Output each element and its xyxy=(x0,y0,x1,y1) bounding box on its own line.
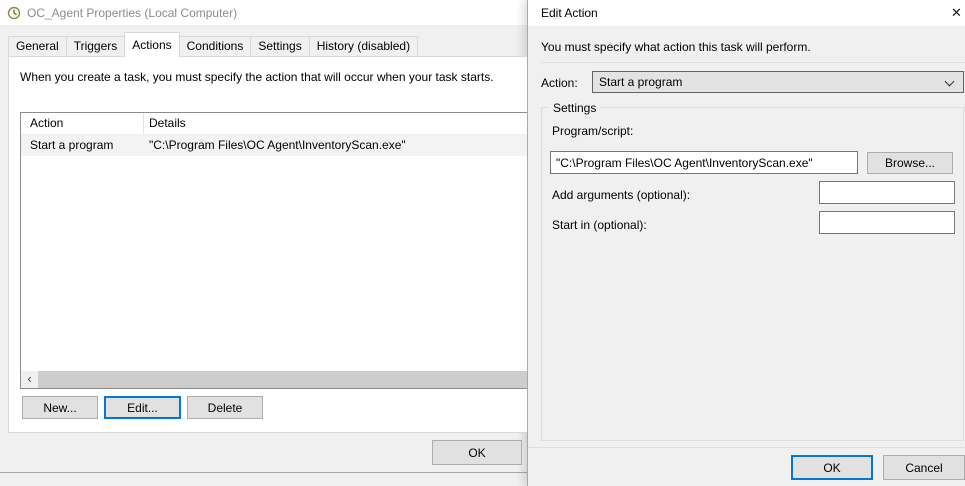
footer-separator xyxy=(528,447,965,448)
edit-action-ok-button[interactable]: OK xyxy=(791,455,873,480)
chevron-down-icon xyxy=(944,76,955,87)
add-arguments-input[interactable] xyxy=(819,181,955,204)
dialog-description: You must specify what action this task w… xyxy=(541,40,811,54)
edit-action-cancel-button[interactable]: Cancel xyxy=(883,455,965,480)
dialog-title: Edit Action xyxy=(541,6,598,20)
program-script-input[interactable] xyxy=(550,151,858,174)
browse-button[interactable]: Browse... xyxy=(867,152,953,174)
task-properties-window: OC_Agent Properties (Local Computer) Gen… xyxy=(0,0,527,473)
task-properties-titlebar: OC_Agent Properties (Local Computer) xyxy=(0,0,527,25)
tab-triggers[interactable]: Triggers xyxy=(65,36,126,57)
tab-conditions[interactable]: Conditions xyxy=(178,36,252,57)
new-button[interactable]: New... xyxy=(22,396,98,419)
scroll-left-icon[interactable]: ‹ xyxy=(21,371,38,388)
tab-actions[interactable]: Actions xyxy=(124,32,180,57)
tab-history[interactable]: History (disabled) xyxy=(308,36,419,57)
task-scheduler-clock-icon xyxy=(7,6,21,20)
window-title: OC_Agent Properties (Local Computer) xyxy=(27,5,238,20)
program-script-label: Program/script: xyxy=(552,124,634,138)
edit-action-dialog: Edit Action ✕ You must specify what acti… xyxy=(527,0,965,486)
horizontal-scrollbar[interactable]: ‹ xyxy=(21,371,527,388)
actions-list-header: Action Details xyxy=(21,113,527,135)
column-header-action[interactable]: Action xyxy=(21,113,144,134)
start-in-input[interactable] xyxy=(819,211,955,234)
edit-action-titlebar: Edit Action ✕ xyxy=(528,0,965,26)
tab-settings[interactable]: Settings xyxy=(250,36,310,57)
action-label: Action: xyxy=(541,76,578,90)
add-arguments-label: Add arguments (optional): xyxy=(552,188,691,202)
actions-instruction-text: When you create a task, you must specify… xyxy=(20,70,494,84)
properties-ok-button[interactable]: OK xyxy=(432,440,522,465)
delete-button[interactable]: Delete xyxy=(187,396,263,419)
tab-general[interactable]: General xyxy=(8,36,67,57)
action-cell: Start a program xyxy=(30,138,114,152)
action-list-row[interactable]: Start a program "C:\Program Files\OC Age… xyxy=(21,135,527,156)
action-dropdown[interactable]: Start a program xyxy=(592,71,964,93)
scrollbar-thumb[interactable] xyxy=(38,371,527,388)
action-dropdown-value: Start a program xyxy=(599,75,683,89)
tab-strip: General Triggers Actions Conditions Sett… xyxy=(8,32,419,57)
header-separator xyxy=(541,62,965,63)
edit-button[interactable]: Edit... xyxy=(104,396,181,419)
actions-list: Action Details Start a program "C:\Progr… xyxy=(20,112,527,389)
settings-group-label: Settings xyxy=(549,101,601,115)
details-cell: "C:\Program Files\OC Agent\InventoryScan… xyxy=(149,138,406,152)
start-in-label: Start in (optional): xyxy=(552,218,647,232)
close-icon[interactable]: ✕ xyxy=(948,4,965,22)
column-header-details[interactable]: Details xyxy=(144,113,527,134)
